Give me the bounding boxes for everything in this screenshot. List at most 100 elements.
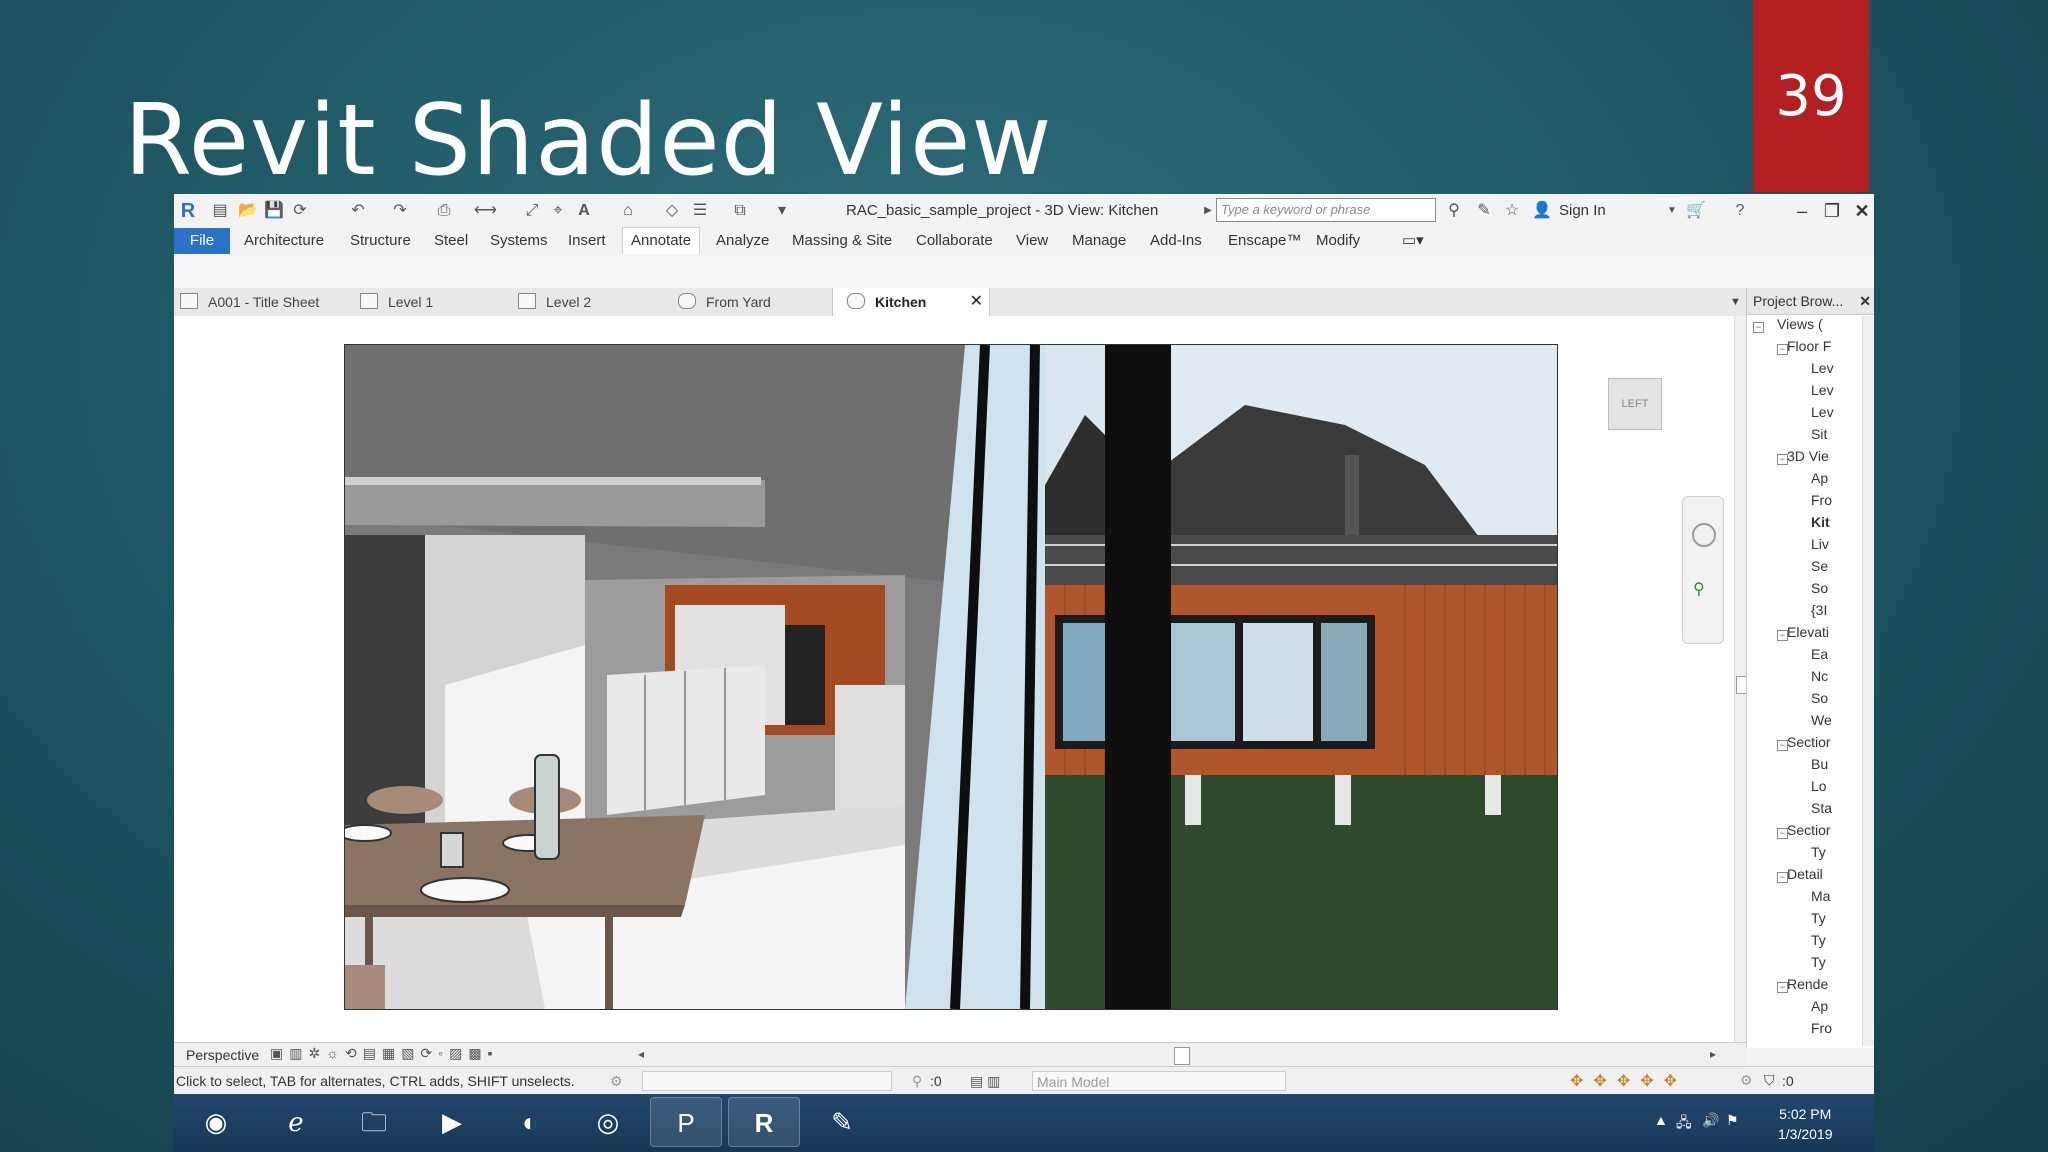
- paint-icon[interactable]: ✎: [806, 1097, 878, 1147]
- minimize-button[interactable]: –: [1788, 197, 1816, 225]
- close-button[interactable]: ✕: [1848, 197, 1874, 225]
- switch-windows-icon[interactable]: ⧉: [730, 201, 750, 221]
- worksets-icon[interactable]: ⚙: [610, 1073, 623, 1090]
- default-3d-view-icon[interactable]: ⌂: [618, 201, 638, 221]
- start-button-icon[interactable]: ◉: [180, 1097, 252, 1147]
- tree-node[interactable]: Ty: [1811, 910, 1826, 926]
- tree-node[interactable]: Lev: [1811, 382, 1834, 398]
- measure-icon[interactable]: ⟷: [474, 201, 497, 221]
- tree-node[interactable]: Ty: [1811, 932, 1826, 948]
- view-control-icons[interactable]: ▣▥✲☼⟲▤▦▧⟳◦▨▩▪: [270, 1045, 499, 1062]
- open-icon[interactable]: 📂: [238, 201, 258, 221]
- close-tab-icon[interactable]: ✕: [970, 288, 983, 316]
- tree-node[interactable]: We: [1811, 712, 1832, 728]
- tab-massing-site[interactable]: Massing & Site: [792, 228, 892, 254]
- tab-insert[interactable]: Insert: [568, 228, 606, 254]
- view-tab-level-2[interactable]: Level 2: [518, 288, 591, 316]
- tree-node[interactable]: Views (: [1777, 316, 1823, 332]
- tree-node[interactable]: Ea: [1811, 646, 1828, 662]
- sign-in-link[interactable]: Sign In: [1559, 202, 1606, 219]
- thin-lines-icon[interactable]: ☰: [690, 201, 710, 221]
- viewcube[interactable]: LEFT: [1608, 378, 1662, 430]
- tab-enscape[interactable]: Enscape™: [1228, 228, 1301, 254]
- cart-icon[interactable]: 🛒: [1686, 201, 1706, 221]
- expand-search-icon[interactable]: ▶: [1198, 201, 1218, 221]
- tree-node[interactable]: Fro: [1811, 492, 1832, 508]
- help-icon[interactable]: ?: [1730, 201, 1750, 221]
- action-center-flag-icon[interactable]: ⚑: [1726, 1112, 1739, 1129]
- undo-icon[interactable]: ↶: [348, 201, 368, 221]
- tab-manage[interactable]: Manage: [1072, 228, 1126, 254]
- tab-systems[interactable]: Systems: [490, 228, 548, 254]
- dimension-icon[interactable]: ⤢: [522, 201, 542, 221]
- tree-node[interactable]: Ty: [1811, 954, 1826, 970]
- sync-icon[interactable]: ⟳: [290, 201, 310, 221]
- tree-node[interactable]: {3I: [1811, 602, 1827, 618]
- show-hidden-icons[interactable]: ▲: [1654, 1112, 1668, 1128]
- tree-node[interactable]: So: [1811, 690, 1828, 706]
- powerpoint-icon[interactable]: P: [650, 1097, 722, 1147]
- user-icon[interactable]: 👤: [1532, 201, 1552, 221]
- design-options-icon[interactable]: ▤ ▥: [970, 1073, 1000, 1090]
- filter-icon[interactable]: ⛉: [1764, 1072, 1775, 1089]
- tree-node[interactable]: Ap: [1811, 998, 1828, 1014]
- background-process-icon[interactable]: ⚙: [1740, 1072, 1753, 1089]
- tree-node[interactable]: Floor F: [1787, 338, 1831, 354]
- close-browser-icon[interactable]: ✕: [1859, 288, 1871, 314]
- restore-button[interactable]: ❐: [1818, 197, 1846, 225]
- chrome-icon[interactable]: ◎: [572, 1097, 644, 1147]
- tab-structure[interactable]: Structure: [350, 228, 411, 254]
- tab-add-ins[interactable]: Add-Ins: [1150, 228, 1202, 254]
- communication-icon[interactable]: ✎: [1474, 201, 1494, 221]
- edit-request-icon[interactable]: ⚲: [912, 1073, 922, 1090]
- chevron-down-icon[interactable]: ▼: [1662, 201, 1682, 221]
- collapse-icon[interactable]: −: [1753, 322, 1764, 333]
- zoom-region-icon[interactable]: ⚲: [1693, 579, 1705, 599]
- redo-icon[interactable]: ↷: [390, 201, 410, 221]
- tree-node[interactable]: Sectior: [1787, 734, 1831, 750]
- scroll-left-icon[interactable]: ◂: [638, 1047, 644, 1061]
- tree-node[interactable]: Detail: [1787, 866, 1823, 882]
- browser-scrollbar[interactable]: [1862, 316, 1874, 1046]
- steering-wheel-icon[interactable]: [1692, 523, 1716, 547]
- volume-icon[interactable]: 🔊: [1702, 1112, 1719, 1129]
- customize-toolbar-icon[interactable]: ▾: [772, 201, 792, 221]
- tree-node[interactable]: Se: [1811, 558, 1828, 574]
- tree-node[interactable]: Nc: [1811, 668, 1828, 684]
- tree-node[interactable]: So: [1811, 580, 1828, 596]
- view-tab-from-yard[interactable]: From Yard: [678, 288, 771, 316]
- section-icon[interactable]: ◇: [662, 201, 682, 221]
- view-tab-title-sheet[interactable]: A001 - Title Sheet: [180, 288, 319, 316]
- save-icon[interactable]: 💾: [264, 201, 284, 221]
- tab-annotate[interactable]: Annotate: [622, 227, 701, 254]
- tree-node[interactable]: Rende: [1787, 976, 1828, 992]
- tabs-dropdown-icon[interactable]: ▼: [1730, 288, 1741, 316]
- tree-node[interactable]: Sectior: [1787, 822, 1831, 838]
- revit-logo-icon[interactable]: R: [178, 201, 198, 221]
- text-icon[interactable]: A: [574, 201, 594, 221]
- tree-node[interactable]: Lo: [1811, 778, 1827, 794]
- revit-taskbar-icon[interactable]: R: [728, 1097, 800, 1147]
- print-icon[interactable]: ⎙: [434, 201, 454, 221]
- tree-node[interactable]: Ty: [1811, 844, 1826, 860]
- workset-dropdown[interactable]: [642, 1071, 892, 1091]
- tree-node[interactable]: Fro: [1811, 1020, 1832, 1036]
- tree-node[interactable]: Ap: [1811, 470, 1828, 486]
- ribbon-options-icon[interactable]: ▭▾: [1402, 228, 1424, 254]
- tree-node[interactable]: Bu: [1811, 756, 1828, 772]
- tree-node[interactable]: Lev: [1811, 404, 1834, 420]
- tab-analyze[interactable]: Analyze: [716, 228, 769, 254]
- tree-node[interactable]: Elevati: [1787, 624, 1829, 640]
- search-input[interactable]: Type a keyword or phrase: [1216, 198, 1436, 222]
- selection-toggle-icons[interactable]: ✥✥✥✥✥: [1570, 1071, 1687, 1091]
- tree-node[interactable]: Sta: [1811, 800, 1832, 816]
- tag-icon[interactable]: ⌖: [548, 201, 568, 221]
- tab-modify[interactable]: Modify: [1316, 228, 1360, 254]
- horizontal-scroll-thumb[interactable]: [1174, 1047, 1190, 1065]
- tree-node[interactable]: Lev: [1811, 360, 1834, 376]
- tab-view[interactable]: View: [1016, 228, 1048, 254]
- tree-node[interactable]: Liv: [1811, 536, 1829, 552]
- firefox-icon[interactable]: ◐: [494, 1097, 566, 1147]
- scroll-right-icon[interactable]: ▸: [1710, 1047, 1716, 1061]
- file-explorer-icon[interactable]: 🗀: [338, 1097, 410, 1147]
